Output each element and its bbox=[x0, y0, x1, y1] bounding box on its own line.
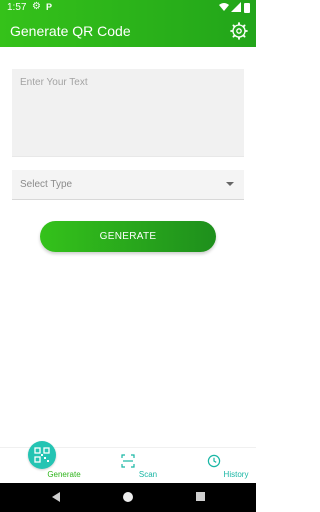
qr-code-icon bbox=[34, 447, 50, 463]
type-select-label: Select Type bbox=[20, 179, 73, 190]
clock-icon bbox=[207, 454, 221, 468]
scan-icon bbox=[121, 454, 135, 468]
nav-item-history[interactable]: History bbox=[192, 448, 248, 484]
app-bar: 1:57 ⚙ P Generate QR Code bbox=[0, 0, 256, 47]
dropdown-caret-icon bbox=[226, 182, 234, 186]
bottom-nav: Generate Scan History bbox=[0, 441, 256, 484]
nav-item-scan[interactable]: Scan bbox=[108, 448, 157, 484]
home-icon[interactable] bbox=[123, 492, 133, 502]
active-indicator bbox=[28, 441, 56, 469]
status-bar: 1:57 ⚙ P bbox=[0, 0, 256, 16]
text-input[interactable] bbox=[12, 69, 244, 157]
system-nav-bar bbox=[0, 483, 256, 512]
back-icon[interactable] bbox=[52, 492, 60, 502]
nav-item-generate[interactable]: Generate bbox=[20, 441, 81, 484]
signal-icon bbox=[231, 2, 241, 15]
wifi-icon bbox=[219, 2, 229, 15]
type-select[interactable]: Select Type bbox=[12, 170, 244, 200]
parking-icon: P bbox=[46, 2, 53, 12]
recents-icon[interactable] bbox=[196, 492, 205, 501]
battery-icon bbox=[244, 3, 250, 13]
page-title: Generate QR Code bbox=[10, 23, 131, 39]
generate-button[interactable]: GENERATE bbox=[40, 221, 216, 252]
nav-item-label: Scan bbox=[138, 470, 158, 479]
settings-notification-icon: ⚙ bbox=[32, 1, 41, 12]
nav-item-label: History bbox=[223, 470, 249, 479]
settings-button[interactable] bbox=[229, 21, 249, 41]
status-time: 1:57 bbox=[7, 2, 27, 13]
nav-item-label: Generate bbox=[47, 470, 81, 479]
gear-icon bbox=[230, 22, 248, 40]
